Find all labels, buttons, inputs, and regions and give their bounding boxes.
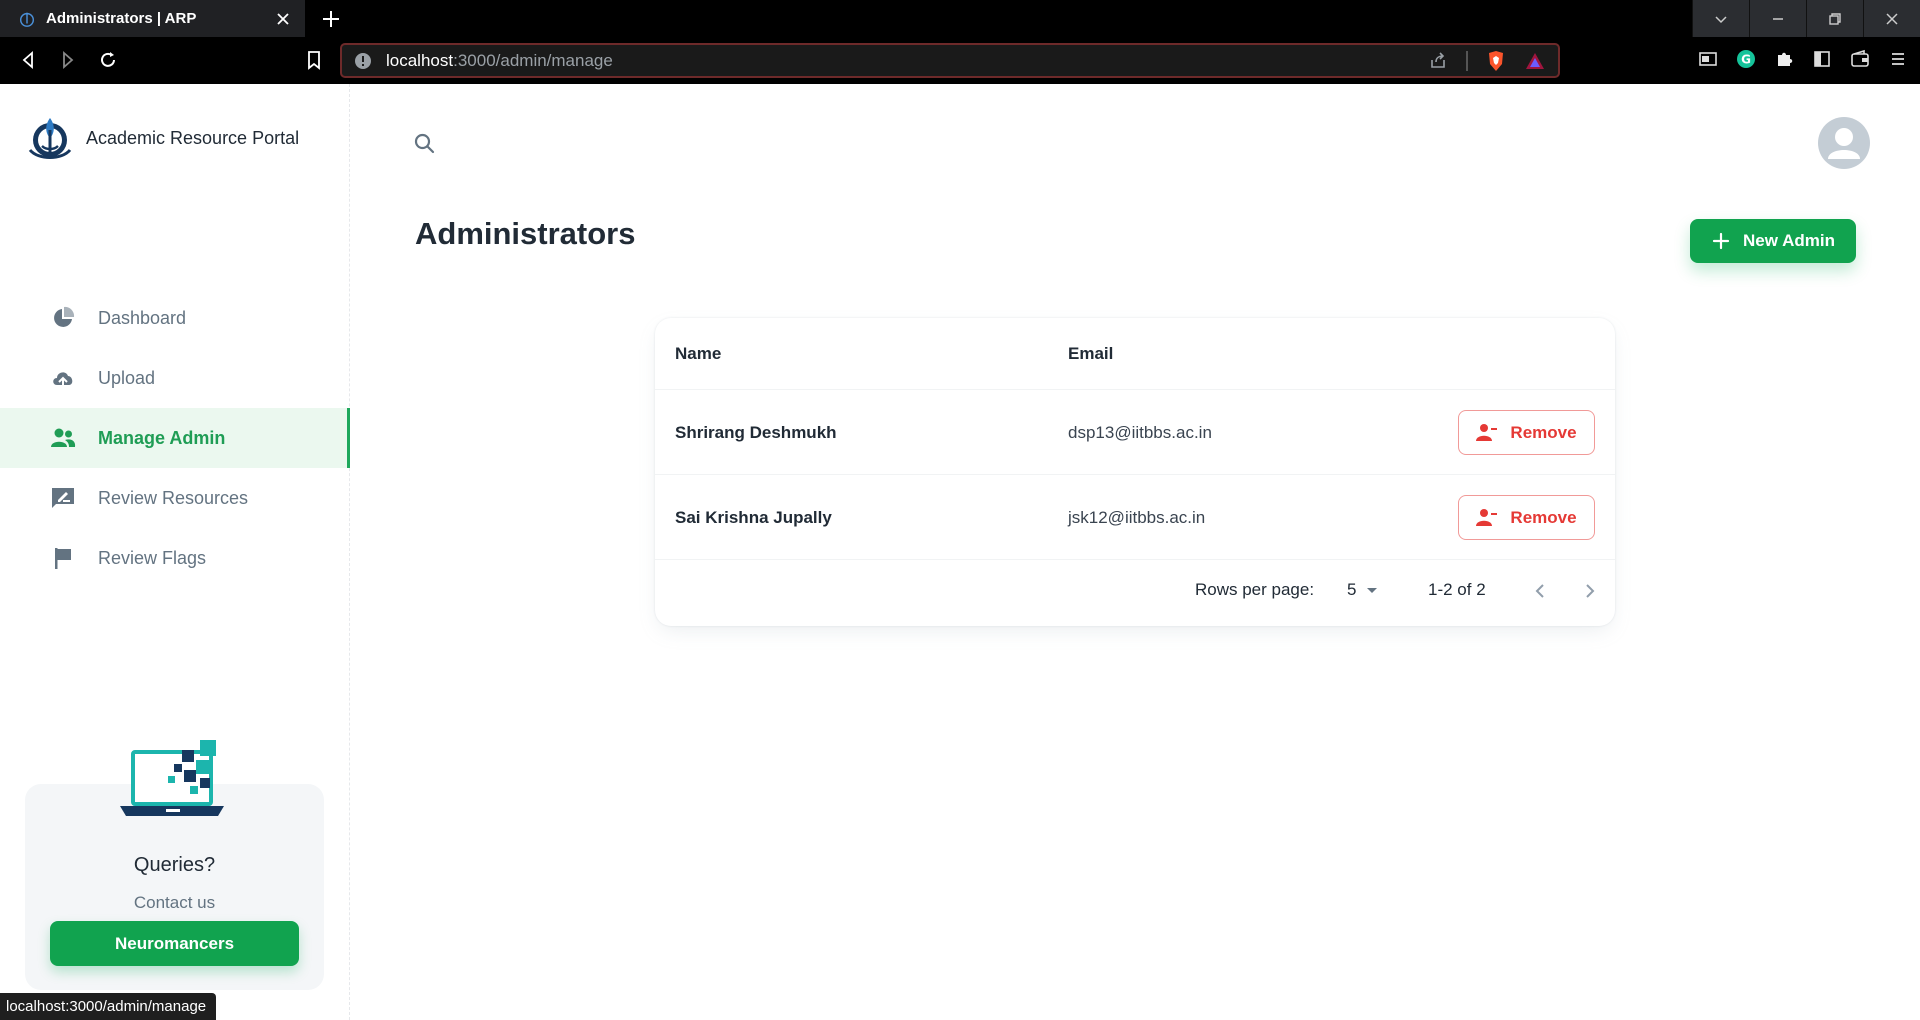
- minimize-button[interactable]: [1749, 0, 1806, 37]
- help-card: Queries? Contact us Neuromancers: [25, 740, 324, 990]
- browser-tab-strip: Administrators | ARP: [0, 0, 1920, 37]
- svg-text:G: G: [1741, 53, 1751, 67]
- sidebar-toggle-icon[interactable]: [1812, 49, 1832, 69]
- share-icon[interactable]: [1428, 51, 1448, 71]
- chevron-left-icon[interactable]: [1529, 580, 1551, 602]
- column-header-name[interactable]: Name: [675, 344, 721, 364]
- restore-icon: [1829, 12, 1841, 25]
- sidebar-item-review-resources[interactable]: Review Resources: [0, 468, 350, 528]
- table-header-row: Name Email: [655, 318, 1615, 390]
- user-avatar-icon: [1828, 128, 1860, 159]
- pagination-range: 1-2 of 2: [1428, 580, 1486, 599]
- url-host: localhost: [386, 50, 454, 70]
- status-bar-url: localhost:3000/admin/manage: [0, 993, 217, 1020]
- admin-name: Sai Krishna Jupally: [675, 508, 832, 527]
- new-admin-button[interactable]: New Admin: [1690, 219, 1856, 263]
- brave-rewards-icon[interactable]: [1524, 51, 1546, 71]
- brand-name: Academic Resource Portal: [86, 127, 300, 148]
- sidebar-item-dashboard[interactable]: Dashboard: [0, 288, 350, 348]
- site-logo-icon: [19, 12, 35, 27]
- admin-name: Shrirang Deshmukh: [675, 423, 837, 442]
- sidebar-nav: Dashboard Upload Manage Admin Review Res…: [0, 288, 350, 588]
- admin-email: dsp13@iitbbs.ac.in: [1068, 423, 1212, 442]
- menu-icon[interactable]: [1888, 49, 1908, 69]
- sidebar: Academic Resource Portal Dashboard Uploa…: [0, 84, 350, 1020]
- laptop-illustration-icon: [120, 740, 224, 816]
- new-admin-label: New Admin: [1743, 231, 1835, 250]
- pie-chart-icon: [50, 305, 76, 331]
- omnibox-actions: [1428, 50, 1546, 72]
- address-bar[interactable]: localhost:3000/admin/manage: [340, 43, 1560, 78]
- column-header-email[interactable]: Email: [1068, 344, 1113, 364]
- table-pagination: Rows per page: 5 1-2 of 2: [655, 560, 1615, 620]
- sidebar-item-label: Upload: [98, 367, 156, 388]
- cloud-upload-icon: [50, 365, 76, 391]
- sidebar-item-label: Review Resources: [98, 487, 249, 508]
- sidebar-item-label: Review Flags: [98, 547, 207, 568]
- users-icon: [50, 425, 76, 451]
- caret-down-icon: [1367, 588, 1378, 593]
- help-subtitle: Contact us: [133, 893, 216, 912]
- window-controls: [1692, 0, 1920, 37]
- sidebar-item-review-flags[interactable]: Review Flags: [0, 528, 350, 588]
- close-tab-icon[interactable]: [275, 11, 291, 27]
- tab-search-button[interactable]: [1692, 0, 1749, 37]
- close-window-button[interactable]: [1863, 0, 1920, 37]
- bookmark-icon[interactable]: [303, 49, 325, 71]
- plus-icon: [1712, 232, 1730, 250]
- avatar[interactable]: [1818, 117, 1870, 169]
- table-row: Shrirang Deshmukh dsp13@iitbbs.ac.in Rem…: [655, 390, 1615, 475]
- back-icon[interactable]: [17, 49, 39, 71]
- extension-icons: G: [1698, 49, 1908, 69]
- flag-icon: [50, 545, 76, 571]
- brave-shield-icon[interactable]: [1486, 50, 1506, 72]
- new-tab-icon[interactable]: [320, 8, 342, 30]
- admin-email: jsk12@iitbbs.ac.in: [1068, 508, 1206, 527]
- sidebar-panel-icon[interactable]: [1698, 49, 1718, 69]
- rows-per-page-value: 5: [1347, 580, 1357, 599]
- sidebar-item-label: Dashboard: [98, 307, 187, 328]
- user-remove-icon: [1476, 423, 1498, 441]
- remove-admin-button[interactable]: Remove: [1458, 495, 1595, 540]
- extensions-puzzle-icon[interactable]: [1774, 49, 1794, 69]
- url-path: :3000/admin/manage: [453, 50, 613, 70]
- close-icon: [1886, 12, 1898, 25]
- reload-icon[interactable]: [97, 49, 119, 71]
- search-icon[interactable]: [412, 131, 436, 155]
- help-title: Queries?: [133, 854, 216, 876]
- site-info-icon[interactable]: [354, 52, 372, 70]
- grammarly-icon[interactable]: G: [1736, 49, 1756, 69]
- contact-button[interactable]: Neuromancers: [50, 921, 299, 966]
- user-remove-icon: [1476, 508, 1498, 526]
- brand[interactable]: Academic Resource Portal: [24, 112, 299, 164]
- minimize-icon: [1773, 17, 1783, 20]
- browser-toolbar: localhost:3000/admin/manage G: [0, 37, 1920, 84]
- remove-admin-button[interactable]: Remove: [1458, 410, 1595, 455]
- rows-per-page-label: Rows per page:: [1195, 580, 1315, 599]
- remove-label: Remove: [1510, 422, 1577, 442]
- tab-title: Administrators | ARP: [46, 10, 197, 27]
- divider: [1466, 51, 1468, 71]
- remove-label: Remove: [1510, 507, 1577, 527]
- page-title: Administrators: [415, 216, 636, 251]
- table-row: Sai Krishna Jupally jsk12@iitbbs.ac.in R…: [655, 475, 1615, 560]
- sidebar-item-upload[interactable]: Upload: [0, 348, 350, 408]
- forward-icon[interactable]: [57, 49, 79, 71]
- browser-tab[interactable]: Administrators | ARP: [0, 0, 305, 37]
- wallet-icon[interactable]: [1850, 49, 1870, 69]
- institute-logo-icon: [28, 118, 72, 159]
- sidebar-item-manage-admin[interactable]: Manage Admin: [0, 408, 350, 468]
- chevron-down-icon: [1715, 15, 1727, 23]
- sidebar-item-label: Manage Admin: [98, 427, 226, 448]
- restore-button[interactable]: [1806, 0, 1863, 37]
- chevron-right-icon[interactable]: [1579, 580, 1601, 602]
- admin-table-card: Name Email Shrirang Deshmukh dsp13@iitbb…: [655, 318, 1615, 626]
- rows-per-page-select[interactable]: 5: [1347, 580, 1382, 600]
- review-edit-icon: [50, 485, 76, 511]
